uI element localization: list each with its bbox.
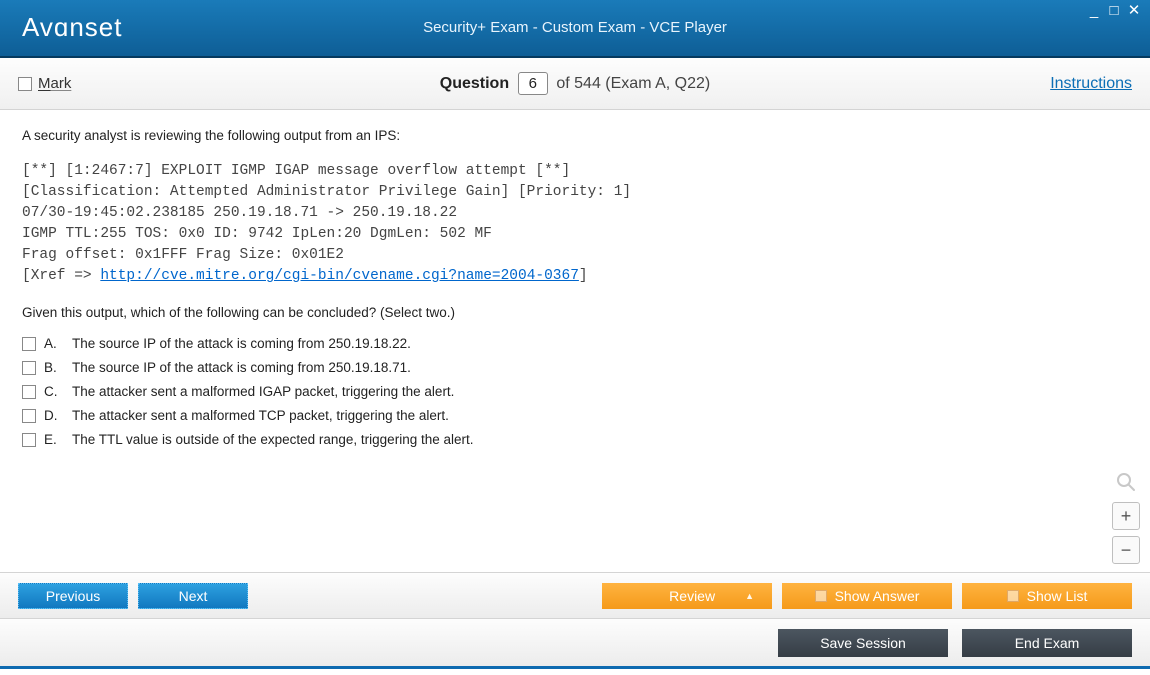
question-content: A security analyst is reviewing the foll… xyxy=(0,110,1150,572)
show-answer-checkbox[interactable] xyxy=(815,590,827,602)
question-header: Mark Question 6 of 544 (Exam A, Q22) Ins… xyxy=(0,58,1150,110)
window-title: Security+ Exam - Custom Exam - VCE Playe… xyxy=(0,19,1150,36)
titlebar: Avɑnset Security+ Exam - Custom Exam - V… xyxy=(0,0,1150,58)
show-list-label: Show List xyxy=(1027,588,1088,604)
code-line: [Xref => xyxy=(22,268,100,284)
triangle-up-icon: ▲ xyxy=(745,591,754,601)
window-controls: _ □ ✕ xyxy=(1086,4,1142,18)
end-exam-button[interactable]: End Exam xyxy=(962,629,1132,657)
magnifier-icon[interactable] xyxy=(1112,468,1140,496)
code-line: [Classification: Attempted Administrator… xyxy=(22,184,631,200)
question-intro: A security analyst is reviewing the foll… xyxy=(22,128,1128,143)
footer-bar: Save Session End Exam xyxy=(0,618,1150,666)
question-total: of 544 (Exam A, Q22) xyxy=(556,75,710,92)
option-text: The source IP of the attack is coming fr… xyxy=(72,360,411,375)
zoom-out-button[interactable]: − xyxy=(1112,536,1140,564)
option-e[interactable]: E. The TTL value is outside of the expec… xyxy=(22,432,1128,447)
show-list-checkbox[interactable] xyxy=(1007,590,1019,602)
save-session-button[interactable]: Save Session xyxy=(778,629,948,657)
option-letter: B. xyxy=(44,360,64,375)
option-letter: E. xyxy=(44,432,64,447)
next-button[interactable]: Next xyxy=(138,583,248,609)
review-label: Review xyxy=(669,588,715,604)
option-checkbox[interactable] xyxy=(22,409,36,423)
question-number-input[interactable]: 6 xyxy=(518,72,548,95)
question-indicator: Question 6 of 544 (Exam A, Q22) xyxy=(0,72,1150,95)
option-text: The attacker sent a malformed IGAP packe… xyxy=(72,384,454,399)
bottom-accent xyxy=(0,666,1150,669)
show-answer-label: Show Answer xyxy=(835,588,920,604)
option-b[interactable]: B. The source IP of the attack is coming… xyxy=(22,360,1128,375)
option-letter: A. xyxy=(44,336,64,351)
previous-button[interactable]: Previous xyxy=(18,583,128,609)
option-c[interactable]: C. The attacker sent a malformed IGAP pa… xyxy=(22,384,1128,399)
ips-output-block: [**] [1:2467:7] EXPLOIT IGMP IGAP messag… xyxy=(22,161,1128,287)
option-checkbox[interactable] xyxy=(22,337,36,351)
option-checkbox[interactable] xyxy=(22,361,36,375)
code-line: ] xyxy=(579,268,588,284)
question-label: Question xyxy=(440,75,509,92)
option-checkbox[interactable] xyxy=(22,385,36,399)
question-prompt: Given this output, which of the followin… xyxy=(22,305,1128,320)
answer-options: A. The source IP of the attack is coming… xyxy=(22,336,1128,447)
navigation-bar: Previous Next Review ▲ Show Answer Show … xyxy=(0,572,1150,618)
option-text: The TTL value is outside of the expected… xyxy=(72,432,474,447)
code-line: [**] [1:2467:7] EXPLOIT IGMP IGAP messag… xyxy=(22,163,570,179)
show-answer-button[interactable]: Show Answer xyxy=(782,583,952,609)
minimize-icon[interactable]: _ xyxy=(1086,4,1102,18)
cve-link[interactable]: http://cve.mitre.org/cgi-bin/cvename.cgi… xyxy=(100,268,579,284)
option-text: The attacker sent a malformed TCP packet… xyxy=(72,408,449,423)
option-a[interactable]: A. The source IP of the attack is coming… xyxy=(22,336,1128,351)
maximize-icon[interactable]: □ xyxy=(1106,4,1122,18)
zoom-in-button[interactable]: + xyxy=(1112,502,1140,530)
review-button[interactable]: Review ▲ xyxy=(602,583,772,609)
zoom-controls: + − xyxy=(1112,468,1140,564)
option-checkbox[interactable] xyxy=(22,433,36,447)
option-letter: D. xyxy=(44,408,64,423)
show-list-button[interactable]: Show List xyxy=(962,583,1132,609)
option-d[interactable]: D. The attacker sent a malformed TCP pac… xyxy=(22,408,1128,423)
code-line: Frag offset: 0x1FFF Frag Size: 0x01E2 xyxy=(22,247,344,263)
option-text: The source IP of the attack is coming fr… xyxy=(72,336,411,351)
close-icon[interactable]: ✕ xyxy=(1126,4,1142,18)
code-line: 07/30-19:45:02.238185 250.19.18.71 -> 25… xyxy=(22,205,457,221)
option-letter: C. xyxy=(44,384,64,399)
code-line: IGMP TTL:255 TOS: 0x0 ID: 9742 IpLen:20 … xyxy=(22,226,492,242)
